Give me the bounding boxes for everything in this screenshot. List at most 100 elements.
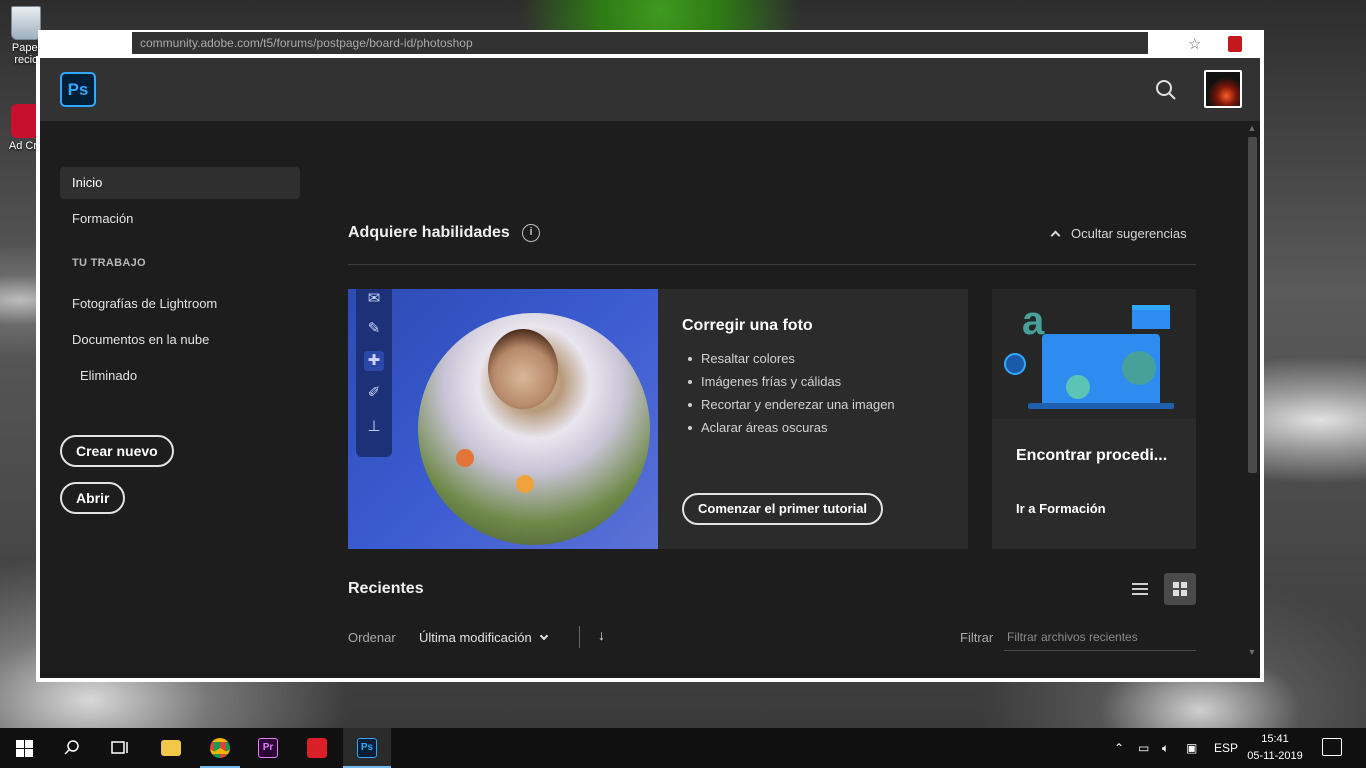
volume-tray-icon[interactable]: 🔈︎ bbox=[1162, 728, 1169, 768]
battery-tray-icon[interactable]: ▭ bbox=[1138, 728, 1149, 768]
go-to-learn-link[interactable]: Ir a Formación bbox=[1016, 501, 1106, 516]
language-indicator[interactable]: ESP bbox=[1214, 728, 1238, 768]
arrow-down-icon: ↓ bbox=[598, 627, 605, 643]
tutorial-body: Corregir una foto Resaltar colores Imáge… bbox=[682, 317, 895, 435]
system-clock[interactable]: 15:41 05-11-2019 bbox=[1244, 731, 1306, 765]
photoshop-home-screen: Ps Inicio Formación TU TRABAJO Fotografí… bbox=[40, 58, 1260, 678]
skills-title: Adquiere habilidades bbox=[348, 224, 510, 241]
start-button[interactable] bbox=[0, 728, 48, 768]
frame-tool-icon: ✉ bbox=[367, 290, 381, 307]
recycle-bin-icon bbox=[11, 6, 41, 40]
scroll-down-icon[interactable]: ▼ bbox=[1247, 647, 1257, 657]
bookmark-star-icon[interactable]: ☆ bbox=[1188, 35, 1201, 53]
network-tray-icon[interactable]: ▣ bbox=[1186, 728, 1197, 768]
list-view-icon bbox=[1132, 583, 1148, 585]
premiere-icon: Pr bbox=[258, 738, 278, 758]
sidebar-item-inicio[interactable]: Inicio bbox=[60, 167, 300, 199]
grid-view-icon bbox=[1173, 582, 1179, 588]
chevron-up-icon: ⌃ bbox=[1114, 741, 1125, 755]
windows-start-icon bbox=[16, 740, 33, 757]
creative-cloud-icon bbox=[307, 738, 327, 758]
tutorial-bullet: Resaltar colores bbox=[688, 351, 928, 374]
tutorial-image: ✉ ✎ ✚ ✐ ⊥ bbox=[348, 289, 658, 549]
scroll-up-icon[interactable]: ▲ bbox=[1247, 123, 1257, 133]
scroll-thumb[interactable] bbox=[1248, 137, 1257, 473]
tutorial-card[interactable]: ✉ ✎ ✚ ✐ ⊥ Corregir una foto Resaltar col… bbox=[348, 289, 968, 549]
search-icon bbox=[1156, 80, 1176, 100]
stamp-icon: ⊥ bbox=[367, 418, 381, 435]
app-header: Ps bbox=[40, 58, 1260, 121]
open-button[interactable]: Abrir bbox=[60, 482, 126, 514]
taskbar-premiere[interactable]: Pr bbox=[244, 728, 292, 768]
laptop-base-illustration bbox=[1028, 403, 1174, 409]
divider bbox=[579, 626, 580, 648]
chevron-down-icon bbox=[539, 631, 548, 641]
sort-dropdown-value: Última modificación bbox=[419, 630, 532, 645]
taskbar-creative-cloud[interactable] bbox=[293, 728, 341, 768]
chrome-icon bbox=[210, 738, 230, 758]
main-content: Adquiere habilidades i Ocultar sugerenci… bbox=[348, 121, 1196, 678]
hide-suggestions-label: Ocultar sugerencias bbox=[1071, 226, 1187, 241]
divider bbox=[348, 264, 1196, 265]
tutorial-bullet: Imágenes frías y cálidas bbox=[688, 374, 928, 397]
tutorial-bullet: Recortar y enderezar una imagen bbox=[688, 397, 928, 420]
search-icon bbox=[64, 740, 79, 755]
sort-dropdown[interactable]: Última modificación bbox=[419, 630, 548, 645]
flower-illustration bbox=[456, 449, 474, 467]
sidebar-item-formacion[interactable]: Formación bbox=[60, 203, 300, 235]
filter-label: Filtrar bbox=[960, 630, 994, 645]
learn-card[interactable]: a Encontrar procedi... Ir a Formación bbox=[992, 289, 1196, 549]
taskbar: Pr Ps ⌃ ▭ 🔈︎ ▣ ESP 15:41 05-11-2019 bbox=[0, 728, 1366, 768]
browser-url-bar[interactable]: community.adobe.com/t5/forums/postpage/b… bbox=[132, 32, 1148, 54]
taskbar-file-explorer[interactable] bbox=[147, 728, 195, 768]
eyedropper-icon: ✎ bbox=[367, 320, 381, 337]
sidebar-item-lightroom-photos[interactable]: Fotografías de Lightroom bbox=[60, 288, 300, 320]
filter-recent-files-input[interactable] bbox=[1004, 623, 1196, 651]
sort-label: Ordenar bbox=[348, 630, 396, 645]
search-button[interactable] bbox=[1154, 78, 1178, 102]
taskbar-chrome[interactable] bbox=[196, 728, 244, 768]
learn-card-title: Encontrar procedi... bbox=[1016, 447, 1168, 464]
sidebar-item-cloud-documents[interactable]: Documentos en la nube bbox=[60, 324, 300, 356]
browser-window-behind: community.adobe.com/t5/forums/postpage/b… bbox=[38, 30, 1264, 58]
taskbar-photoshop[interactable]: Ps bbox=[343, 728, 391, 768]
folder-icon bbox=[161, 740, 181, 756]
healing-brush-icon: ✚ bbox=[364, 351, 384, 371]
list-view-button[interactable] bbox=[1124, 573, 1156, 605]
photoshop-window: Ps Inicio Formación TU TRABAJO Fotografí… bbox=[36, 56, 1264, 682]
brush-icon: ✐ bbox=[367, 384, 381, 401]
tutorial-title: Corregir una foto bbox=[682, 317, 813, 334]
tool-strip: ✉ ✎ ✚ ✐ ⊥ bbox=[356, 289, 392, 457]
dot-illustration bbox=[1066, 375, 1090, 399]
start-first-tutorial-button[interactable]: Comenzar el primer tutorial bbox=[682, 493, 884, 525]
sort-direction-button[interactable]: ↓ bbox=[598, 627, 605, 643]
show-hidden-icons-button[interactable]: ⌃ bbox=[1114, 728, 1124, 768]
task-view-button[interactable] bbox=[96, 728, 144, 768]
create-new-button[interactable]: Crear nuevo bbox=[60, 435, 174, 467]
flower-illustration bbox=[516, 475, 534, 493]
photoshop-icon: Ps bbox=[357, 738, 377, 758]
chevron-up-icon bbox=[1050, 230, 1061, 241]
photoshop-logo: Ps bbox=[60, 72, 96, 107]
notifications-icon[interactable] bbox=[1322, 738, 1342, 756]
sidebar-item-deleted[interactable]: Eliminado bbox=[60, 360, 300, 392]
grid-view-button[interactable] bbox=[1164, 573, 1196, 605]
clock-date: 05-11-2019 bbox=[1247, 750, 1303, 762]
task-view-icon bbox=[111, 741, 128, 754]
clapperboard-icon bbox=[1132, 305, 1170, 329]
woman-face-illustration bbox=[488, 329, 558, 409]
section-label-tu-trabajo: TU TRABAJO bbox=[72, 257, 146, 269]
letter-a-illustration: a bbox=[1022, 299, 1045, 343]
tutorial-bullets: Resaltar colores Imágenes frías y cálida… bbox=[688, 351, 928, 443]
hide-suggestions-button[interactable]: Ocultar sugerencias bbox=[1050, 226, 1187, 241]
checkmark-icon bbox=[1122, 351, 1156, 385]
clock-time: 15:41 bbox=[1261, 733, 1289, 745]
user-avatar[interactable] bbox=[1204, 70, 1242, 108]
info-icon[interactable]: i bbox=[522, 224, 540, 242]
tutorial-bullet: Aclarar áreas oscuras bbox=[688, 420, 928, 443]
play-icon bbox=[1004, 353, 1026, 375]
recents-title: Recientes bbox=[348, 580, 424, 597]
taskbar-search-button[interactable] bbox=[48, 728, 96, 768]
scrollbar[interactable]: ▲ ▼ bbox=[1244, 121, 1260, 662]
browser-extension-icon[interactable] bbox=[1228, 36, 1242, 52]
